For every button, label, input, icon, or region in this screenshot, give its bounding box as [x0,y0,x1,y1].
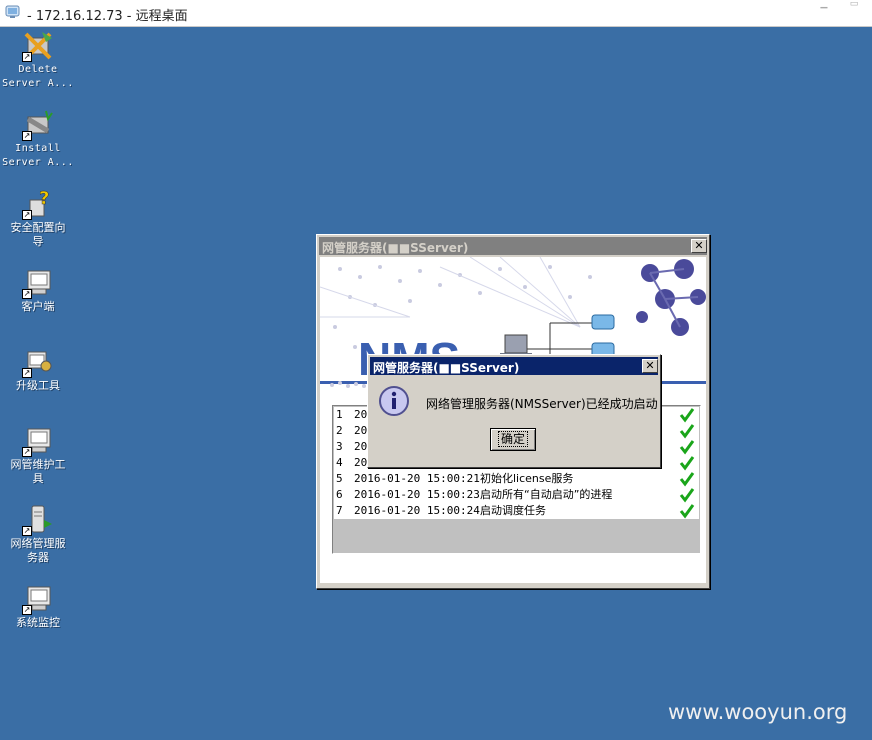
ok-button[interactable]: 确定 [490,428,536,451]
nms-window-close-button[interactable]: ✕ [691,239,707,253]
shortcut-arrow-icon: ↗ [22,526,32,536]
icon-label-line1: 升级工具 [16,379,60,392]
log-row-index: 6 [336,488,343,501]
nms-window-title: 网管服务器(■■SServer) [322,241,469,255]
icon-label-line1: 网管维护工 [10,458,66,471]
log-row-index: 1 [336,408,343,421]
log-row: 6 2016-01-20 15:00:23 启动所有“自动启动”的进程 [334,487,699,503]
desktop-icon-maintenance-tool[interactable]: ↗ 网管维护工 具 [2,425,74,485]
icon-label-line1: Delete [18,64,58,75]
log-row-date: 2016-01-20 15:00:21 [354,472,480,485]
desktop-icon-upgrade-tool[interactable]: ↗ 升级工具 [2,346,74,394]
icon-label-line2: 导 [32,235,44,248]
check-icon [679,408,695,423]
icon-label-line1: 客户端 [21,300,55,313]
nms-window-titlebar: 网管服务器(■■SServer) ✕ [319,237,707,255]
log-row-message: 初始化license服务 [480,472,574,485]
minimize-button[interactable]: ▁ [810,0,838,10]
remote-desktop-icon [5,5,20,18]
log-row-index: 4 [336,456,343,469]
log-row-index: 3 [336,440,343,453]
check-icon [679,456,695,471]
network-server-icon: ↗ [22,504,54,536]
log-row-index: 2 [336,424,343,437]
ok-button-label: 确定 [497,431,528,447]
check-icon [679,472,695,487]
check-icon [679,424,695,439]
check-icon [679,488,695,503]
icon-label-line1: 系统监控 [16,616,60,629]
shortcut-arrow-icon: ↗ [22,605,32,615]
log-row-index: 7 [336,504,343,517]
icon-label-line2: Server A... [2,157,74,168]
check-icon [679,440,695,455]
desktop-icon-install-server[interactable]: ↗ Install Server A... [2,109,74,169]
shortcut-arrow-icon: ↗ [22,289,32,299]
log-row-index: 5 [336,472,343,485]
shortcut-arrow-icon: ↗ [22,447,32,457]
window-title: - 172.16.12.73 - 远程桌面 [27,9,188,24]
desktop-icon-network-server[interactable]: ↗ 网络管理服 务器 [2,504,74,564]
icon-label-line1: Install [15,143,61,154]
shortcut-arrow-icon: ↗ [22,131,32,141]
maintenance-tool-icon: ↗ [22,425,54,457]
icon-label-line2: Server A... [2,78,74,89]
shortcut-arrow-icon: ↗ [22,368,32,378]
success-dialog: 网管服务器(■■SServer) ✕ 网络管理服务器(NMSServer)已经成… [367,354,661,468]
log-row-date: 2016-01-20 15:00:23 [354,488,480,501]
log-row-date: 2016-01-20 15:00:24 [354,504,480,517]
shortcut-arrow-icon: ↗ [22,52,32,62]
desktop-icon-client[interactable]: ↗ 客户端 [2,267,74,315]
system-monitor-icon: ↗ [22,583,54,615]
log-row: 5 2016-01-20 15:00:21 初始化license服务 [334,471,699,487]
upgrade-tool-icon: ↗ [22,346,54,378]
desktop-icon-system-monitor[interactable]: ↗ 系统监控 [2,583,74,631]
info-icon [379,386,409,416]
desktop-icon-delete-server[interactable]: ↗ Delete Server A... [2,30,74,90]
restore-button[interactable]: ▭ [840,0,868,10]
log-row: 7 2016-01-20 15:00:24 启动调度任务 [334,503,699,519]
remote-desktop-titlebar: - 172.16.12.73 - 远程桌面 ▁ ▭ [0,0,872,27]
shortcut-arrow-icon: ↗ [22,210,32,220]
install-server-icon: ↗ [22,109,54,141]
icon-label-line1: 安全配置向 [10,221,66,234]
icon-label-line2: 具 [32,472,44,485]
log-row-message: 启动所有“自动启动”的进程 [480,488,613,501]
icon-label-line1: 网络管理服 [10,537,66,550]
watermark: www.wooyun.org [668,700,848,724]
desktop-icon-security-wizard[interactable]: ? ↗ 安全配置向 导 [2,188,74,248]
check-icon [679,504,695,519]
security-wizard-icon: ? ↗ [22,188,54,220]
dialog-titlebar: 网管服务器(■■SServer) ✕ [370,357,658,375]
dialog-title: 网管服务器(■■SServer) [373,361,520,375]
dialog-message: 网络管理服务器(NMSServer)已经成功启动 [426,397,658,411]
icon-label-line2: 务器 [27,551,49,564]
svg-text:?: ? [39,188,49,209]
log-row-message: 启动调度任务 [480,504,546,517]
client-icon: ↗ [22,267,54,299]
delete-server-icon: ↗ [22,30,54,62]
dialog-close-button[interactable]: ✕ [642,359,658,373]
